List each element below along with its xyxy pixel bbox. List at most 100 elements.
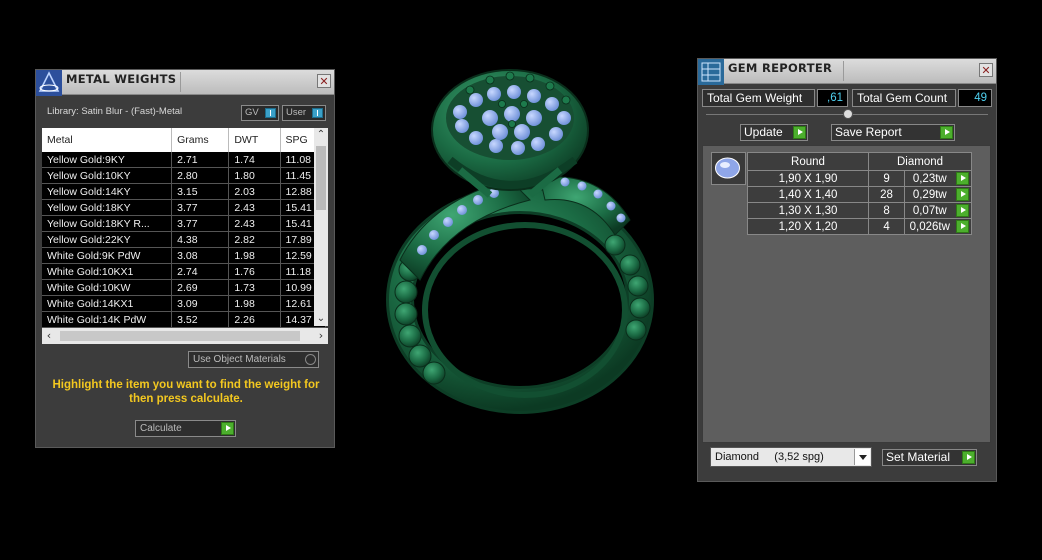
- grams-cell: 2.69: [171, 279, 230, 296]
- table-row[interactable]: White Gold:9K PdW 3.08 1.98 12.59: [42, 247, 326, 264]
- gem-shape-thumbnail[interactable]: [711, 152, 746, 185]
- ring-halo-head: [431, 69, 589, 198]
- col-grams[interactable]: Grams: [171, 128, 230, 152]
- dwt-cell: 1.74: [228, 152, 281, 168]
- play-icon[interactable]: [956, 220, 970, 233]
- vscroll-thumb[interactable]: [316, 146, 326, 210]
- divider-slider[interactable]: [706, 109, 988, 119]
- metal-cell: Yellow Gold:10KY: [42, 167, 173, 184]
- col-diamond: Diamond: [868, 152, 972, 171]
- grams-cell: 3.77: [171, 199, 230, 216]
- dwt-cell: 2.43: [228, 215, 281, 232]
- metal-weights-app-icon: [36, 70, 62, 96]
- calculate-button[interactable]: Calculate: [135, 420, 236, 437]
- save-report-label: Save Report: [835, 125, 902, 139]
- dwt-cell: 1.80: [228, 167, 281, 184]
- col-dwt[interactable]: DWT: [228, 128, 281, 152]
- user-toggle[interactable]: User: [282, 105, 326, 121]
- calculate-hint: Highlight the item you want to find the …: [52, 379, 320, 405]
- table-row[interactable]: Yellow Gold:10KY 2.80 1.80 11.45: [42, 167, 326, 184]
- gem-table-header: Round Diamond: [747, 152, 972, 171]
- set-material-button[interactable]: Set Material: [882, 449, 977, 466]
- scroll-left-icon[interactable]: ‹: [42, 328, 56, 344]
- col-round: Round: [747, 152, 869, 171]
- scroll-right-icon[interactable]: ›: [314, 328, 328, 344]
- metal-cell: Yellow Gold:14KY: [42, 183, 173, 200]
- update-label: Update: [744, 125, 783, 139]
- gem-size-cell: 1,40 X 1,40: [747, 186, 869, 203]
- table-row[interactable]: White Gold:14K PdW 3.52 2.26 14.37: [42, 311, 326, 328]
- gem-weight-cell: 0,07tw: [904, 202, 955, 219]
- gem-reporter-titlebar[interactable]: GEM REPORTER ✕: [698, 59, 996, 85]
- grams-cell: 3.09: [171, 295, 230, 312]
- play-icon: [962, 451, 975, 464]
- table-row[interactable]: Yellow Gold:18KY R... 3.77 2.43 15.41: [42, 215, 326, 232]
- gem-size-cell: 1,30 X 1,30: [747, 202, 869, 219]
- grams-cell: 3.15: [171, 183, 230, 200]
- gem-count-cell: 8: [867, 202, 906, 219]
- gv-toggle-icon: [265, 108, 276, 118]
- calculate-label: Calculate: [140, 423, 182, 434]
- chevron-down-icon[interactable]: [854, 449, 870, 465]
- material-select-value: Diamond (3,52 spg): [715, 451, 824, 463]
- material-select[interactable]: Diamond (3,52 spg): [710, 447, 872, 467]
- gem-weight-cell: 0,29tw: [904, 186, 955, 203]
- play-icon[interactable]: [956, 204, 970, 217]
- metal-cell: White Gold:10KW: [42, 279, 173, 296]
- dwt-cell: 2.82: [228, 231, 281, 248]
- gv-toggle[interactable]: GV: [241, 105, 279, 121]
- ring-3d-viewport[interactable]: [360, 60, 680, 420]
- metal-weights-panel: METAL WEIGHTS ✕ Library: Satin Blur - (F…: [35, 69, 335, 448]
- use-object-materials-button[interactable]: Use Object Materials: [188, 351, 319, 368]
- gem-size-cell: 1,20 X 1,20: [747, 218, 869, 235]
- hscroll-thumb[interactable]: [60, 331, 300, 341]
- scroll-up-icon[interactable]: ⌃: [314, 128, 328, 142]
- total-gem-count-label: Total Gem Count: [852, 89, 956, 107]
- table-row[interactable]: Yellow Gold:18KY 3.77 2.43 15.41: [42, 199, 326, 216]
- play-icon[interactable]: [956, 188, 970, 201]
- metal-table: Metal Grams DWT SPG Yellow Gold:9KY 2.71 1…: [42, 128, 326, 328]
- close-icon[interactable]: ✕: [317, 74, 331, 88]
- grams-cell: 3.08: [171, 247, 230, 264]
- grams-cell: 2.80: [171, 167, 230, 184]
- radio-icon: [305, 354, 316, 365]
- dwt-cell: 1.76: [228, 263, 281, 280]
- slider-handle-icon[interactable]: [843, 109, 853, 119]
- col-metal[interactable]: Metal: [42, 128, 173, 152]
- table-row[interactable]: White Gold:14KX1 3.09 1.98 12.61: [42, 295, 326, 312]
- table-row[interactable]: 1,30 X 1,30 8 0,07tw: [747, 202, 972, 219]
- table-row[interactable]: White Gold:10KW 2.69 1.73 10.99: [42, 279, 326, 296]
- metal-cell: Yellow Gold:9KY: [42, 152, 173, 168]
- table-row[interactable]: 1,20 X 1,20 4 0,026tw: [747, 218, 972, 235]
- metal-cell: Yellow Gold:22KY: [42, 231, 173, 248]
- metal-weights-titlebar[interactable]: METAL WEIGHTS ✕: [36, 70, 334, 96]
- metal-cell: White Gold:9K PdW: [42, 247, 173, 264]
- table-row[interactable]: Yellow Gold:14KY 3.15 2.03 12.88: [42, 183, 326, 200]
- table-row[interactable]: 1,90 X 1,90 9 0,23tw: [747, 170, 972, 187]
- dwt-cell: 1.98: [228, 247, 281, 264]
- use-object-materials-label: Use Object Materials: [193, 354, 286, 365]
- titlebar-divider: [180, 72, 181, 92]
- play-icon[interactable]: [956, 172, 970, 185]
- save-report-button[interactable]: Save Report: [831, 124, 955, 141]
- scroll-down-icon[interactable]: ⌄: [314, 312, 328, 326]
- gem-table: Round Diamond 1,90 X 1,90 9 0,23tw 1,40 …: [747, 152, 972, 235]
- update-button[interactable]: Update: [740, 124, 808, 141]
- metal-cell: White Gold:14KX1: [42, 295, 173, 312]
- user-toggle-icon: [312, 108, 323, 118]
- metal-cell: White Gold:14K PdW: [42, 311, 173, 328]
- gem-list-area: Round Diamond 1,90 X 1,90 9 0,23tw 1,40 …: [702, 145, 991, 443]
- table-row[interactable]: Yellow Gold:22KY 4.38 2.82 17.89: [42, 231, 326, 248]
- grams-cell: 3.77: [171, 215, 230, 232]
- set-material-label: Set Material: [886, 450, 951, 464]
- table-row[interactable]: 1,40 X 1,40 28 0,29tw: [747, 186, 972, 203]
- metal-table-hscrollbar[interactable]: ‹ ›: [42, 328, 328, 344]
- gem-weight-cell: 0,23tw: [904, 170, 955, 187]
- gem-reporter-panel: GEM REPORTER ✕ Total Gem Weight ,61 Tota…: [697, 58, 997, 482]
- metal-cell: Yellow Gold:18KY R...: [42, 215, 173, 232]
- table-row[interactable]: White Gold:10KX1 2.74 1.76 11.18: [42, 263, 326, 280]
- close-icon[interactable]: ✕: [979, 63, 993, 77]
- table-row[interactable]: Yellow Gold:9KY 2.71 1.74 11.08: [42, 152, 326, 168]
- gem-reporter-title: GEM REPORTER: [728, 61, 833, 75]
- metal-table-vscrollbar[interactable]: ⌃ ⌄: [314, 128, 328, 326]
